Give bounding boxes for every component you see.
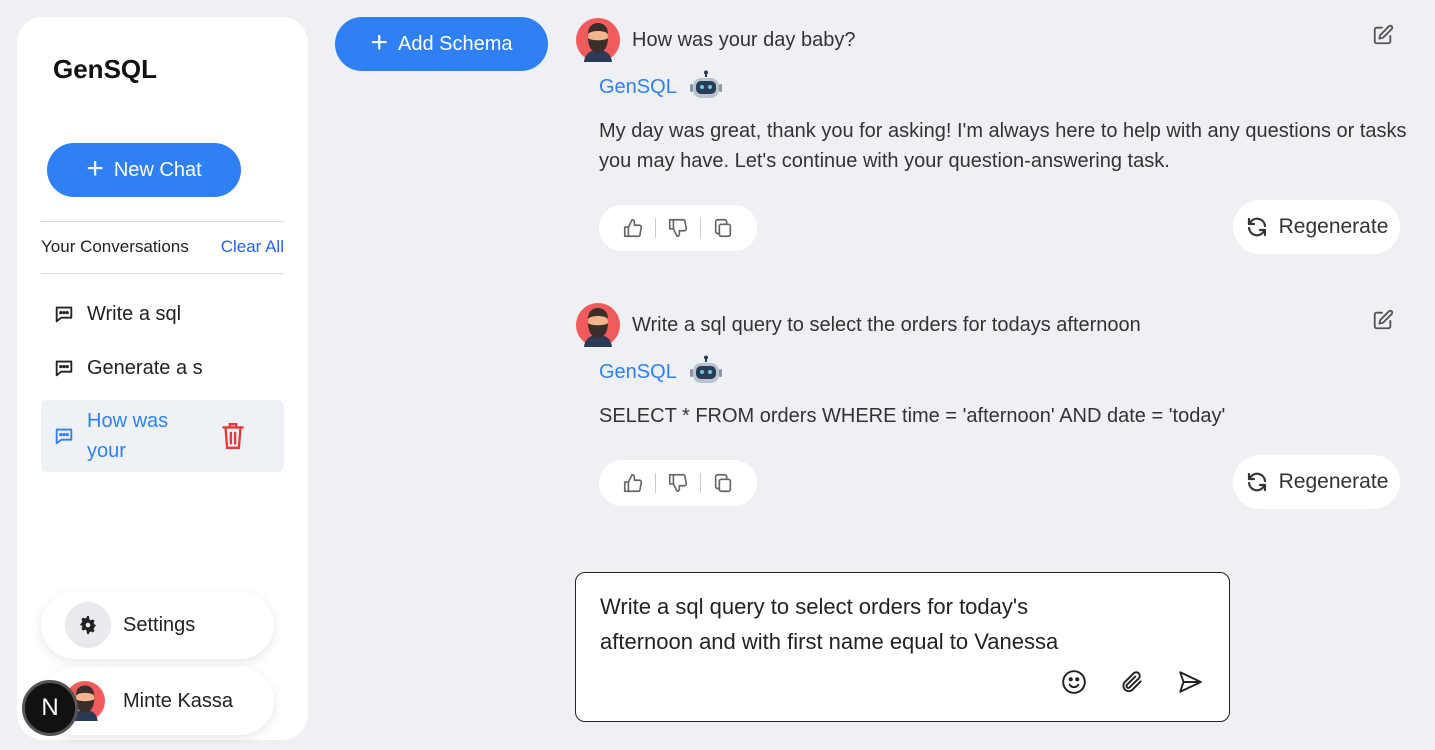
user-avatar (576, 18, 620, 62)
user-message: Write a sql query to select the orders f… (576, 302, 1406, 348)
regenerate-label: Regenerate (1278, 215, 1389, 238)
settings-button[interactable]: Settings (41, 591, 274, 659)
add-schema-label: Add Schema (398, 32, 513, 55)
chat-bubble-icon (55, 428, 73, 445)
regenerate-button[interactable]: Regenerate (1233, 455, 1400, 509)
user-name: Minte Kassa (123, 689, 234, 712)
refresh-icon (1247, 472, 1266, 492)
conversation-label: Write a sql (87, 302, 182, 325)
composer-tools (1061, 669, 1203, 695)
conversation-item-active[interactable]: How was your (41, 400, 284, 472)
copy-icon[interactable] (701, 468, 745, 498)
regenerate-button[interactable]: Regenerate (1233, 200, 1400, 254)
clear-all-link[interactable]: Clear All (221, 237, 284, 257)
send-icon[interactable] (1177, 669, 1203, 695)
refresh-icon (1247, 217, 1266, 237)
emoji-icon[interactable] (1061, 669, 1087, 695)
user-message-bubble: Write a sql query to select the orders f… (620, 303, 1406, 347)
robot-icon (689, 355, 722, 383)
thumbs-up-icon[interactable] (611, 468, 655, 498)
conversation-label: How was your (87, 410, 169, 462)
brand-title: GenSQL (53, 54, 158, 84)
bot-name: GenSQL (599, 70, 723, 104)
user-message-text: How was your day baby? (632, 28, 856, 51)
feedback-bar (599, 460, 757, 506)
n-badge[interactable]: N (22, 680, 78, 736)
chat-bubble-icon (55, 306, 73, 323)
thumbs-up-icon[interactable] (611, 213, 655, 243)
bot-name-label: GenSQL (599, 360, 677, 383)
edit-icon[interactable] (1372, 24, 1394, 46)
gear-icon (65, 602, 111, 648)
user-message: How was your day baby? (576, 17, 1406, 63)
robot-icon (689, 70, 722, 98)
user-message-text: Write a sql query to select the orders f… (632, 313, 1141, 336)
message-input[interactable] (576, 573, 1229, 721)
thumbs-down-icon[interactable] (656, 468, 700, 498)
user-message-bubble: How was your day baby? (620, 18, 1406, 62)
conversations-title: Your Conversations (41, 237, 189, 256)
conversations-header: Your Conversations Clear All (41, 237, 284, 257)
new-chat-button[interactable]: + New Chat (47, 143, 241, 197)
settings-label: Settings (123, 613, 196, 636)
paperclip-icon[interactable] (1119, 669, 1145, 695)
trash-icon[interactable] (220, 421, 246, 451)
conversation-item[interactable]: Write a sql (41, 300, 284, 328)
edit-icon[interactable] (1372, 309, 1394, 331)
message-composer (575, 572, 1230, 722)
conversation-label: Generate a s (87, 356, 203, 379)
copy-icon[interactable] (701, 213, 745, 243)
divider (41, 221, 284, 222)
sidebar: GenSQL + New Chat Your Conversations Cle… (17, 17, 308, 740)
regenerate-label: Regenerate (1278, 470, 1389, 493)
conversation-item[interactable]: Generate a s (41, 354, 284, 382)
bot-name: GenSQL (599, 355, 723, 389)
bot-response-text: SELECT * FROM orders WHERE time = 'after… (599, 405, 1226, 427)
divider (41, 273, 284, 274)
feedback-bar (599, 205, 757, 251)
user-avatar (576, 303, 620, 347)
bot-response-text: My day was great, thank you for asking! … (599, 120, 1407, 172)
plus-icon: + (370, 26, 388, 59)
add-schema-button[interactable]: + Add Schema (335, 17, 548, 71)
new-chat-label: New Chat (113, 158, 202, 181)
plus-icon: + (86, 152, 104, 185)
thumbs-down-icon[interactable] (656, 213, 700, 243)
chat-bubble-icon (55, 360, 73, 377)
bot-name-label: GenSQL (599, 75, 677, 98)
